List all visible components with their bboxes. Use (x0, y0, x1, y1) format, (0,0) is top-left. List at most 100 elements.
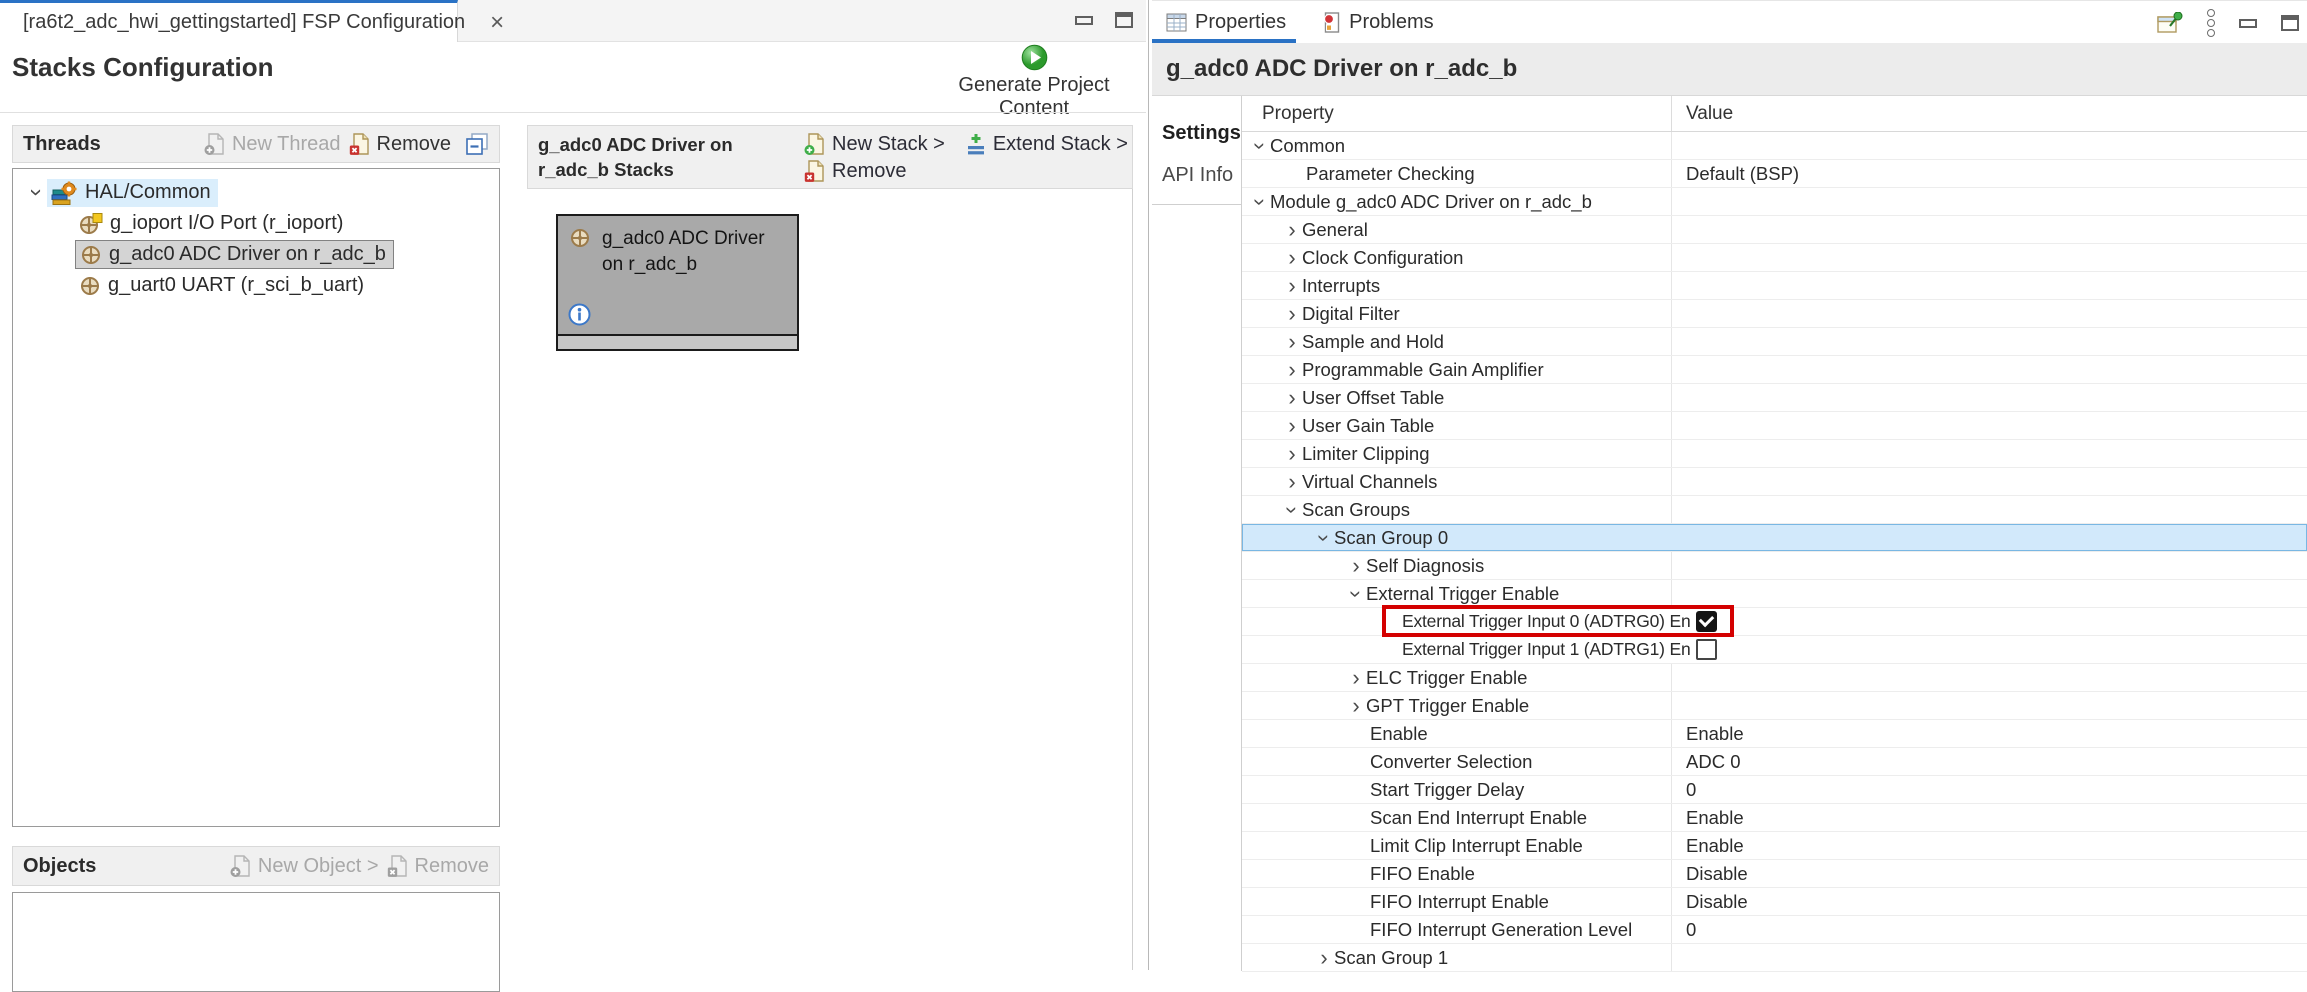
chevron-icon[interactable]: › (1282, 219, 1302, 241)
property-row[interactable]: FIFO Interrupt EnableDisable (1242, 888, 2307, 916)
property-label: Limiter Clipping (1302, 443, 1430, 465)
property-row[interactable]: ›External Trigger Enable (1242, 580, 2307, 608)
pane-splitter[interactable] (1148, 0, 1149, 970)
chevron-icon[interactable]: › (1282, 303, 1302, 325)
property-row[interactable]: ›Scan Groups (1242, 496, 2307, 524)
property-row[interactable]: ›Scan Group 1 (1242, 944, 2307, 972)
property-row[interactable]: FIFO EnableDisable (1242, 860, 2307, 888)
chevron-icon[interactable]: › (1346, 667, 1366, 689)
chevron-icon[interactable]: › (1313, 528, 1335, 548)
property-label: Virtual Channels (1302, 471, 1437, 493)
info-icon[interactable] (568, 303, 591, 326)
property-row[interactable]: ›GPT Trigger Enable (1242, 692, 2307, 720)
chevron-icon[interactable]: › (1346, 695, 1366, 717)
property-row[interactable]: ›Limiter Clipping (1242, 440, 2307, 468)
editor-minimize-icon[interactable] (1075, 16, 1093, 25)
property-row[interactable]: ›Programmable Gain Amplifier (1242, 356, 2307, 384)
sidebar-item-api-info[interactable]: API Info (1152, 154, 1241, 196)
chevron-icon[interactable]: › (1249, 136, 1271, 156)
chevron-icon[interactable]: › (1282, 387, 1302, 409)
property-row[interactable]: Start Trigger Delay0 (1242, 776, 2307, 804)
new-object-button[interactable]: New Object > (230, 855, 379, 878)
chevron-icon[interactable]: › (1282, 471, 1302, 493)
property-row[interactable]: ›Interrupts (1242, 272, 2307, 300)
chevron-icon[interactable]: › (1282, 443, 1302, 465)
property-row[interactable]: Converter SelectionADC 0 (1242, 748, 2307, 776)
property-row[interactable]: External Trigger Input 0 (ADTRG0) En (1242, 608, 2307, 636)
property-row[interactable]: Scan End Interrupt EnableEnable (1242, 804, 2307, 832)
chevron-icon[interactable]: › (1314, 947, 1334, 969)
editor-maximize-icon[interactable] (1115, 12, 1133, 28)
remove-object-label: Remove (415, 855, 489, 878)
tab-problems[interactable]: Problems (1318, 1, 1437, 43)
property-row[interactable]: ›General (1242, 216, 2307, 244)
column-header-value[interactable]: Value (1672, 96, 2307, 131)
remove-object-button[interactable]: Remove (387, 855, 489, 878)
chevron-icon[interactable]: › (1282, 415, 1302, 437)
chevron-icon[interactable]: › (1282, 331, 1302, 353)
property-row[interactable]: ›User Offset Table (1242, 384, 2307, 412)
property-label: Sample and Hold (1302, 331, 1444, 353)
thread-tree-item[interactable]: g_ioport I/O Port (r_ioport) (13, 208, 499, 239)
chevron-icon[interactable]: › (1345, 584, 1367, 604)
tree-item-label: HAL/Common (85, 181, 211, 204)
properties-table-icon (1166, 13, 1187, 32)
property-row[interactable]: ›Virtual Channels (1242, 468, 2307, 496)
pin-view-button[interactable] (2157, 12, 2183, 35)
property-row[interactable]: ›Scan Group 0 (1242, 524, 2307, 552)
chevron-icon[interactable]: › (1281, 500, 1303, 520)
remove-stack-button[interactable]: Remove (804, 160, 1128, 183)
chevron-icon[interactable]: › (1282, 247, 1302, 269)
sidebar-item-settings[interactable]: Settings (1152, 112, 1241, 154)
property-row[interactable]: ›Sample and Hold (1242, 328, 2307, 356)
property-row[interactable]: Limit Clip Interrupt EnableEnable (1242, 832, 2307, 860)
view-minimize-icon[interactable] (2239, 19, 2257, 28)
chevron-icon[interactable]: › (1346, 555, 1366, 577)
value-label: Enable (1686, 835, 1744, 857)
thread-tree-item[interactable]: g_adc0 ADC Driver on r_adc_b (13, 239, 499, 270)
property-row[interactable]: EnableEnable (1242, 720, 2307, 748)
remove-thread-button[interactable]: Remove (349, 133, 451, 156)
view-menu-icon[interactable] (2207, 9, 2215, 37)
view-maximize-icon[interactable] (2281, 15, 2299, 31)
objects-list (12, 892, 500, 992)
checkbox[interactable] (1696, 639, 1717, 660)
stack-box[interactable]: g_adc0 ADC Driver on r_adc_b (556, 214, 799, 351)
new-document-icon (204, 133, 226, 156)
new-thread-button[interactable]: New Thread (204, 133, 341, 156)
problems-icon (1322, 12, 1341, 33)
property-row[interactable]: FIFO Interrupt Generation Level0 (1242, 916, 2307, 944)
thread-tree-item[interactable]: › HAL/Common (13, 177, 499, 208)
stack-box-footer (558, 334, 797, 349)
collapse-panel-button[interactable] (465, 132, 489, 156)
tab-properties[interactable]: Properties (1162, 1, 1290, 43)
properties-view: Properties Problems g_adc (1152, 0, 2307, 970)
view-tabbar: Properties Problems (1152, 1, 2307, 43)
chevron-icon[interactable]: › (1249, 192, 1271, 212)
threads-tree: › HAL/Common g_ioport I/O Port (r_ioport… (12, 168, 500, 827)
extend-stack-button[interactable]: Extend Stack > (965, 133, 1128, 156)
property-row[interactable]: ›Digital Filter (1242, 300, 2307, 328)
property-row[interactable]: ›ELC Trigger Enable (1242, 664, 2307, 692)
property-row[interactable]: ›Module g_adc0 ADC Driver on r_adc_b (1242, 188, 2307, 216)
property-row[interactable]: ›User Gain Table (1242, 412, 2307, 440)
property-row[interactable]: ›Self Diagnosis (1242, 552, 2307, 580)
property-row[interactable]: ›Common (1242, 132, 2307, 160)
property-row[interactable]: ›Clock Configuration (1242, 244, 2307, 272)
new-stack-button[interactable]: New Stack > (804, 133, 945, 156)
remove-document-icon (804, 160, 826, 183)
checkbox[interactable] (1696, 611, 1717, 632)
tree-chevron-icon[interactable]: › (26, 183, 49, 203)
chevron-icon[interactable]: › (1282, 275, 1302, 297)
property-row[interactable]: External Trigger Input 1 (ADTRG1) En (1242, 636, 2307, 664)
editor-tab[interactable]: [ra6t2_adc_hwi_gettingstarted] FSP Confi… (0, 0, 458, 42)
chevron-icon[interactable]: › (1282, 359, 1302, 381)
close-icon[interactable]: × (490, 11, 504, 35)
property-row[interactable]: Parameter CheckingDefault (BSP) (1242, 160, 2307, 188)
property-label: Common (1270, 135, 1345, 157)
thread-tree-item[interactable]: g_uart0 UART (r_sci_b_uart) (13, 270, 499, 301)
tree-item-label: g_uart0 UART (r_sci_b_uart) (108, 274, 364, 297)
header-separator (0, 112, 1146, 113)
column-header-property[interactable]: Property (1242, 96, 1672, 131)
generate-project-content-button[interactable]: Generate Project Content (930, 44, 1138, 120)
